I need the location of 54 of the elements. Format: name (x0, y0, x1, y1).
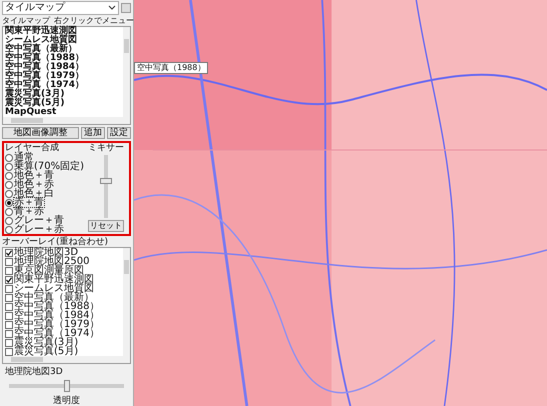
checkbox[interactable] (5, 294, 13, 302)
checkbox[interactable] (5, 302, 13, 310)
tile-list-item[interactable]: MapQuest (5, 108, 123, 117)
overlay-checkbox[interactable]: 東京図測量原図 (5, 266, 123, 275)
overlay-checkbox[interactable]: 震災写真(5月) (5, 347, 123, 356)
tile-dropdown[interactable]: タイルマップ (2, 0, 119, 14)
overlay-checkbox[interactable]: 地理院地図2500 (5, 257, 123, 266)
overlay-checkbox[interactable]: 空中写真（1979） (5, 320, 123, 329)
overlay-checkbox[interactable]: 震災写真(3月) (5, 338, 123, 347)
vertical-scrollbar[interactable] (123, 248, 130, 356)
radio-option[interactable]: 通常 (5, 153, 84, 162)
horizontal-scrollbar[interactable] (3, 356, 130, 363)
overlay-checkbox[interactable]: 関東平野迅速測図 (5, 275, 123, 284)
panel-button[interactable]: 設定 (107, 127, 131, 139)
tile-list-item[interactable]: 空中写真（1974） (5, 81, 123, 90)
mixer-label: ミキサー (88, 143, 124, 153)
tile-list-item[interactable]: 震災写真(5月) (5, 99, 123, 108)
checkbox[interactable] (5, 248, 13, 256)
caret-icon (108, 4, 116, 10)
tooltip: 空中写真（1988） (134, 62, 208, 74)
radio-option[interactable]: 地色＋白 (5, 189, 84, 198)
opacity-label: 透明度 (52, 394, 81, 406)
reset-button[interactable]: リセット (88, 220, 124, 232)
overlay-checkbox[interactable]: 地理院地図3D (5, 248, 123, 257)
checkbox[interactable] (5, 284, 13, 292)
opacity-layer-label: 地理院地図3D (5, 366, 64, 378)
checkbox[interactable] (5, 258, 13, 266)
checkbox[interactable] (5, 320, 13, 328)
radio-option[interactable]: グレー＋青 (5, 216, 84, 225)
checkbox[interactable] (5, 348, 13, 356)
overlay-checkbox[interactable]: シームレス地質図 (5, 284, 123, 293)
checkbox[interactable] (5, 276, 13, 284)
tile-list-item[interactable]: 震災写真(3月) (5, 90, 123, 99)
panel-button[interactable]: 地図画像調整 (2, 127, 79, 139)
overlay-title: オーバーレイ(重ね合わせ) (2, 237, 110, 247)
checkbox[interactable] (5, 312, 13, 320)
checkbox[interactable] (5, 330, 13, 338)
checkbox[interactable] (5, 338, 13, 346)
radio-option[interactable]: グレー＋赤 (5, 225, 84, 234)
radio-option[interactable]: 地色＋青 (5, 171, 84, 180)
radio-option[interactable]: 青＋赤 (5, 207, 84, 216)
horizontal-scrollbar[interactable] (3, 117, 130, 124)
overlay-checkbox[interactable]: 空中写真（1984） (5, 311, 123, 320)
radio-option[interactable]: 乗算(70%固定) (5, 162, 84, 171)
radio-option[interactable]: 地色＋赤 (5, 180, 84, 189)
list-hint: 右クリックでメニュー (54, 15, 134, 25)
checkbox[interactable] (5, 266, 13, 274)
overlay-checkbox[interactable]: 空中写真（最新） (5, 293, 123, 302)
overlay-checkbox[interactable]: 空中写真（1988） (5, 302, 123, 311)
group-title: レイヤー合成 (5, 143, 60, 153)
overlay-checkbox[interactable]: 空中写真（1974） (5, 329, 123, 338)
vertical-scrollbar[interactable] (123, 27, 130, 117)
list-title: タイルマップ (2, 15, 50, 26)
panel-button[interactable]: 追加 (81, 127, 105, 139)
